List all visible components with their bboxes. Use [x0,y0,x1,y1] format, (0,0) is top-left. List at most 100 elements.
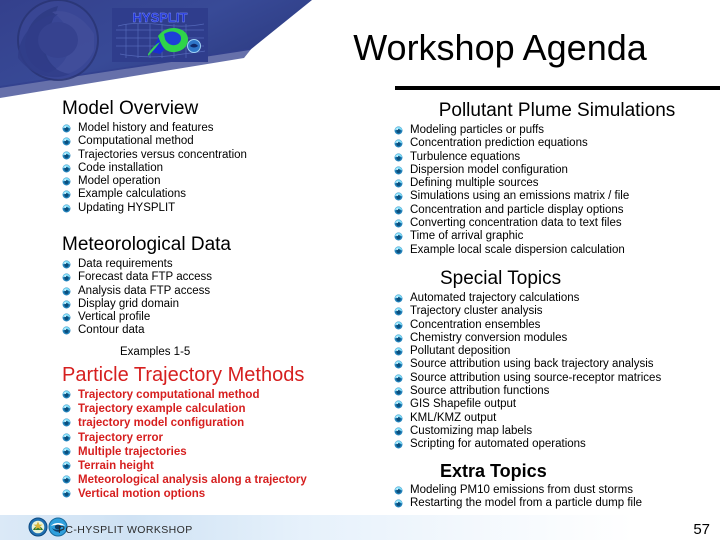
sphere-bullet-icon [62,190,71,199]
list-item-label: Time of arrival graphic [410,230,524,243]
list-item: Simulations using an emissions matrix / … [394,190,720,203]
list-item-label: Converting concentration data to text fi… [410,217,622,230]
list-item-label: Automated trajectory calculations [410,292,580,304]
sphere-bullet-icon [62,164,71,173]
list-item-label: Source attribution functions [410,385,550,398]
list-item: Model operation [62,175,392,188]
list-item-label: Trajectory example calculation [78,403,246,416]
list-item-label: KML/KMZ output [410,411,497,424]
sphere-bullet-icon [62,326,71,335]
list-item-label: Trajectory cluster analysis [410,305,543,318]
bullet-list: Data requirements Forecast data FTP acce… [62,258,392,338]
list-item-label: Trajectory error [78,431,164,444]
list-item: Trajectories versus concentration [62,149,392,162]
sphere-bullet-icon [394,347,403,356]
list-item: Source attribution using source-receptor… [394,372,720,385]
list-item-label: Customizing map labels [410,424,533,437]
sphere-bullet-icon [394,307,403,316]
list-item-label: Example local scale dispersion calculati… [410,243,625,256]
sphere-bullet-icon [394,166,403,175]
list-item-label: Restarting the model from a particle dum… [410,497,643,510]
list-item: KML/KMZ output [394,412,720,425]
list-item-label: Source attribution using back trajectory… [410,358,654,371]
sphere-bullet-icon [62,475,71,484]
sphere-bullet-icon [394,374,403,383]
list-item-label: Forecast data FTP access [78,271,213,284]
list-item: Automated trajectory calculations [394,292,720,305]
list-item-label: Updating HYSPLIT [78,201,176,214]
list-item-label: Chemistry conversion modules [410,331,568,344]
examples-note: Examples 1-5 [120,345,191,358]
list-item: Converting concentration data to text fi… [394,217,720,230]
sphere-bullet-icon [394,414,403,423]
list-item-label: Example calculations [78,188,187,201]
list-item-label: Dispersion model configuration [410,163,568,176]
list-item: Contour data [62,324,392,337]
sphere-bullet-icon [394,334,403,343]
sphere-bullet-icon [62,313,71,322]
sphere-bullet-icon [394,179,403,188]
section-heading: Pollutant Plume Simulations [438,100,676,121]
list-item: Modeling PM10 emissions from dust storms [394,484,720,497]
sphere-bullet-icon [394,153,403,162]
sphere-bullet-icon [394,360,403,369]
sphere-bullet-icon [394,427,403,436]
list-item-label: Terrain height [78,460,154,473]
list-item: Data requirements [62,258,392,271]
section-heading: Extra Topics [440,461,547,481]
bullet-list: Model history and features Computational… [62,122,392,215]
sphere-bullet-icon [394,499,403,508]
sphere-bullet-icon [394,206,403,215]
list-item-label: Multiple trajectories [78,445,187,458]
sphere-bullet-icon [394,232,403,241]
sphere-bullet-icon [394,139,403,148]
sphere-bullet-icon [394,321,403,330]
list-item: Source attribution functions [394,385,720,398]
sphere-bullet-icon [62,124,71,133]
sphere-bullet-icon [62,461,71,470]
section-extra-topics: Extra Topics Modeling PM10 emissions fro… [394,460,720,511]
section-pollutant-plume-simulations: Pollutant Plume Simulations Modeling par… [394,100,720,257]
list-item: Concentration prediction equations [394,137,720,150]
list-item: Vertical profile [62,311,392,324]
bullet-list: Automated trajectory calculations Trajec… [394,292,720,452]
list-item-label: Scripting for automated operations [410,438,586,451]
sphere-bullet-icon [62,177,71,186]
sphere-bullet-icon [62,489,71,498]
sphere-bullet-icon [394,440,403,449]
list-item: Scripting for automated operations [394,438,720,451]
list-item: Terrain height [62,459,392,473]
list-item: Concentration ensembles [394,319,720,332]
list-item-label: Concentration and particle display optio… [410,203,624,216]
list-item-label: GIS Shapefile output [410,398,517,411]
bullet-list: Modeling PM10 emissions from dust storms… [394,484,720,511]
list-item-label: Display grid domain [78,297,179,310]
list-item-label: Trajectory computational method [78,389,260,401]
sphere-bullet-icon [62,273,71,282]
list-item: Computational method [62,135,392,148]
list-item: Multiple trajectories [62,445,392,459]
sphere-bullet-icon [62,404,71,413]
list-item: Source attribution using back trajectory… [394,358,720,371]
list-item-label: Modeling particles or puffs [410,124,545,136]
sphere-bullet-icon [62,447,71,456]
list-item: Turbulence equations [394,151,720,164]
footer-label: PC-HYSPLIT WORKSHOP [58,524,193,536]
section-special-topics: Special Topics Automated trajectory calc… [394,268,720,452]
list-item: Trajectory cluster analysis [394,305,720,318]
sphere-bullet-icon [394,246,403,255]
list-item-label: Vertical motion options [78,488,206,501]
list-item: trajectory model configuration [62,416,392,430]
list-item: Trajectory example calculation [62,402,392,416]
sphere-bullet-icon [62,287,71,296]
list-item-label: Concentration ensembles [410,318,541,331]
section-heading: Model Overview [62,98,199,119]
list-item-label: Source attribution using source-receptor… [410,371,662,384]
list-item-label: trajectory model configuration [78,417,245,430]
sphere-bullet-icon [394,126,403,135]
list-item-label: Modeling PM10 emissions from dust storms [410,484,634,496]
list-item-label: Trajectories versus concentration [78,148,247,161]
sphere-bullet-icon [62,204,71,213]
list-item-label: Simulations using an emissions matrix / … [410,190,630,203]
sphere-bullet-icon [62,300,71,309]
